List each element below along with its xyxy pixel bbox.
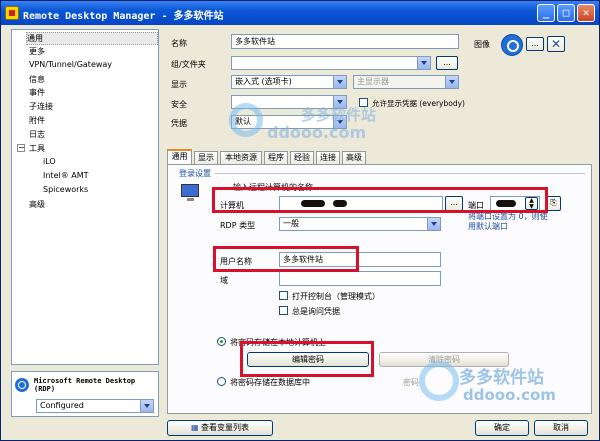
maximize-button[interactable]: □ [557, 4, 575, 22]
rdp-type-select[interactable]: 一般 [279, 217, 441, 231]
group-label: 组/文件夹 [171, 60, 206, 69]
copy-icon[interactable]: ⎘ [546, 196, 561, 211]
chevron-down-icon [427, 218, 440, 230]
close-button[interactable]: ✕ [577, 4, 595, 22]
tab-experience[interactable]: 经验 [290, 151, 314, 164]
cancel-button[interactable]: 取消 [534, 420, 588, 436]
domain-label: 域 [220, 276, 228, 285]
highlight-username [213, 246, 359, 272]
store-db-label: 将密码存储在数据库中 [230, 378, 310, 387]
monitor-select[interactable]: 主显示器 [353, 75, 459, 89]
tree-item-spiceworks[interactable]: Spiceworks [43, 185, 88, 194]
tree-item-events[interactable]: 事件 [29, 87, 45, 98]
tree-item-attachments[interactable]: 附件 [29, 115, 45, 126]
watermark-text: 多多软件站 [301, 106, 377, 124]
always-ask-checkbox[interactable] [279, 306, 288, 315]
tree-item-more[interactable]: 更多 [29, 46, 45, 57]
tab-advanced[interactable]: 高级 [342, 151, 366, 164]
monitor-select-value: 主显示器 [357, 77, 389, 86]
view-variables-label: 查看变量列表 [201, 423, 250, 432]
minimize-button[interactable]: _ [537, 4, 555, 22]
open-console-label: 打开控制台（管理模式） [292, 292, 380, 301]
status-select[interactable]: Configured [36, 399, 154, 413]
window-title: Remote Desktop Manager - 多多软件站 [23, 11, 224, 22]
ok-button[interactable]: 确定 [475, 420, 529, 436]
store-local-radio[interactable] [217, 337, 226, 346]
rdp-type-label: RDP 类型 [220, 221, 256, 230]
rdp-icon [15, 378, 29, 392]
chevron-down-icon [333, 76, 346, 88]
tree-item-vpn[interactable]: VPN/Tunnel/Gateway [29, 60, 112, 69]
password-label: 密码 [403, 378, 419, 387]
highlight-edit-password [240, 341, 374, 377]
domain-input[interactable] [279, 271, 441, 286]
watermark-logo-bottom [419, 361, 459, 401]
tab-programs[interactable]: 程序 [264, 151, 288, 164]
watermark-text-bottom: 多多软件站 [459, 368, 544, 388]
tree-item-logs[interactable]: 日志 [29, 129, 45, 140]
rdp-type-select-value: 一般 [283, 219, 299, 228]
store-db-radio[interactable] [217, 377, 226, 386]
security-label: 安全 [171, 100, 187, 109]
group-browse-button[interactable]: ... [436, 56, 458, 70]
port-note: 将端口设置为 0，则使用默认端口 [468, 212, 548, 231]
chevron-down-icon [140, 400, 153, 412]
name-label: 名称 [171, 39, 187, 48]
image-browse-button[interactable]: ... [526, 37, 544, 51]
clear-image-icon[interactable]: ✕ [547, 36, 565, 52]
highlight-computer [212, 187, 548, 213]
image-label: 图像 [474, 40, 490, 49]
watermark-logo [229, 103, 263, 137]
allow-show-credentials-label: 允许显示凭据 (everybody) [372, 99, 465, 108]
login-settings-title: 登录设置 [179, 169, 211, 178]
tree-item-ilo[interactable]: iLO [43, 157, 56, 166]
watermark-url-bottom: ddooo.com [463, 386, 556, 404]
app-icon [5, 6, 19, 20]
status-select-value: Configured [40, 401, 84, 410]
tab-local-resources[interactable]: 本地资源 [220, 151, 262, 164]
connection-type-title: Microsoft Remote Desktop (RDP) [34, 377, 136, 393]
credentials-label: 凭据 [171, 119, 187, 128]
open-console-checkbox[interactable] [279, 291, 288, 300]
tree-item-general[interactable]: 通用 [26, 32, 158, 45]
entry-image-icon[interactable] [501, 34, 523, 56]
display-label: 显示 [171, 80, 187, 89]
view-variables-button[interactable]: ▦ 查看变量列表 [167, 420, 273, 436]
tree-collapse-icon[interactable]: − [17, 144, 25, 152]
tree-item-tools[interactable]: 工具 [29, 143, 45, 154]
tab-connection[interactable]: 连接 [316, 151, 340, 164]
tab-general[interactable]: 通用 [167, 149, 192, 164]
tree-item-advanced[interactable]: 高级 [29, 199, 45, 210]
chevron-down-icon [417, 57, 430, 69]
group-select[interactable] [231, 56, 431, 70]
grid-icon: ▦ [190, 423, 202, 432]
section-divider [215, 173, 585, 174]
title-bar[interactable]: Remote Desktop Manager - 多多软件站 _ □ ✕ [1, 1, 599, 25]
computer-icon [181, 184, 203, 206]
always-ask-label: 总是询问凭据 [292, 307, 340, 316]
chevron-down-icon [445, 76, 458, 88]
tree-item-intel-amt[interactable]: Intel® AMT [43, 171, 89, 180]
display-select[interactable]: 嵌入式 (选项卡) [231, 75, 347, 89]
tab-display[interactable]: 显示 [194, 151, 218, 164]
tree-item-info[interactable]: 信息 [29, 74, 45, 85]
tree-item-subconnections[interactable]: 子连接 [29, 101, 53, 112]
display-select-value: 嵌入式 (选项卡) [235, 77, 292, 86]
watermark-url: ddooo.com [267, 123, 367, 142]
name-input[interactable]: 多多软件站 [231, 34, 459, 49]
settings-tree[interactable]: 通用 更多 VPN/Tunnel/Gateway 信息 事件 子连接 附件 日志… [11, 29, 159, 365]
main-window: Remote Desktop Manager - 多多软件站 _ □ ✕ 通用 … [0, 0, 600, 441]
connection-type-panel: Microsoft Remote Desktop (RDP) Configure… [11, 371, 159, 417]
